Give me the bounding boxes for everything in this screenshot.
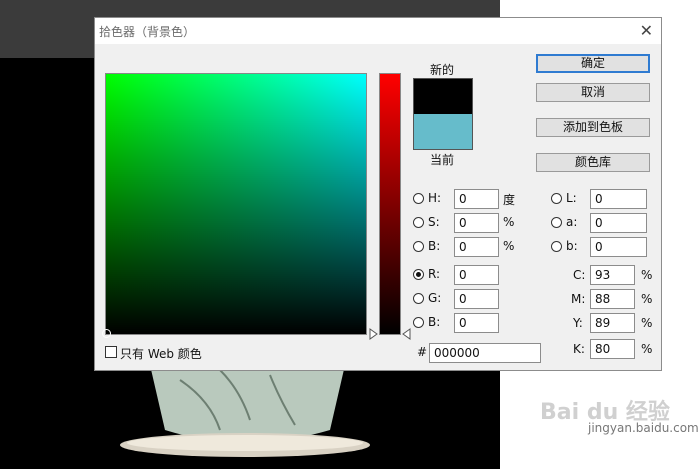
m-input[interactable]: 88: [590, 289, 635, 309]
radio-r[interactable]: [413, 269, 424, 280]
brightness-label: B:: [428, 239, 441, 253]
brightness-unit: %: [503, 239, 515, 253]
m-label: M:: [571, 292, 586, 306]
slider-right-arrow-icon[interactable]: [401, 328, 411, 340]
close-icon[interactable]: ✕: [640, 21, 653, 40]
web-only-label: 只有 Web 颜色: [120, 347, 202, 361]
h-label: H:: [428, 191, 442, 205]
y-unit: %: [641, 316, 653, 330]
g-input[interactable]: 0: [454, 289, 499, 309]
h-unit: 度: [503, 193, 516, 207]
hue-slider[interactable]: [379, 73, 401, 335]
h-input[interactable]: 0: [454, 189, 499, 209]
a-label: a:: [566, 215, 578, 229]
radio-a[interactable]: [551, 217, 562, 228]
current-color-label: 当前: [430, 153, 455, 167]
blue-input[interactable]: 0: [454, 313, 499, 333]
k-unit: %: [641, 342, 653, 356]
s-unit: %: [503, 215, 515, 229]
current-color-swatch[interactable]: [413, 114, 473, 150]
dialog-title: 拾色器（背景色）: [99, 25, 196, 39]
l-input[interactable]: 0: [590, 189, 647, 209]
m-unit: %: [641, 292, 653, 306]
new-color-label: 新的: [430, 63, 455, 77]
slider-left-arrow-icon[interactable]: [369, 328, 379, 340]
radio-s[interactable]: [413, 217, 424, 228]
r-input[interactable]: 0: [454, 265, 499, 285]
lab-b-label: b:: [566, 239, 578, 253]
c-input[interactable]: 93: [590, 265, 635, 285]
l-label: L:: [566, 191, 577, 205]
k-label: K:: [573, 342, 585, 356]
radio-blue[interactable]: [413, 317, 424, 328]
y-input[interactable]: 89: [590, 313, 635, 333]
color-field[interactable]: [102, 73, 367, 338]
blue-label: B:: [428, 315, 441, 329]
c-label: C:: [573, 268, 586, 282]
watermark-url: jingyan.baidu.com: [588, 421, 699, 435]
cancel-button[interactable]: 取消: [536, 83, 650, 102]
hex-input[interactable]: 000000: [429, 343, 541, 363]
s-input[interactable]: 0: [454, 213, 499, 233]
color-field-marker[interactable]: [102, 329, 111, 338]
radio-l[interactable]: [551, 193, 562, 204]
color-libraries-button[interactable]: 颜色库: [536, 153, 650, 172]
k-input[interactable]: 80: [590, 339, 635, 359]
a-input[interactable]: 0: [590, 213, 647, 233]
radio-lab-b[interactable]: [551, 241, 562, 252]
radio-g[interactable]: [413, 293, 424, 304]
y-label: Y:: [573, 316, 583, 330]
new-color-swatch: [413, 78, 473, 114]
g-label: G:: [428, 291, 442, 305]
color-picker-dialog: 拾色器（背景色） ✕ 新的 当前 确定 取消 添加到色板 颜色库 H: 0 度 …: [94, 17, 662, 371]
title-bar: 拾色器（背景色） ✕: [95, 18, 661, 44]
c-unit: %: [641, 268, 653, 282]
lab-b-input[interactable]: 0: [590, 237, 647, 257]
hex-label: #: [417, 345, 428, 359]
r-label: R:: [428, 267, 441, 281]
teacup-image: [120, 360, 370, 457]
radio-h[interactable]: [413, 193, 424, 204]
radio-brightness[interactable]: [413, 241, 424, 252]
add-to-swatches-button[interactable]: 添加到色板: [536, 118, 650, 137]
ok-button[interactable]: 确定: [536, 54, 650, 73]
brightness-input[interactable]: 0: [454, 237, 499, 257]
web-only-checkbox[interactable]: [105, 346, 117, 358]
s-label: S:: [428, 215, 440, 229]
